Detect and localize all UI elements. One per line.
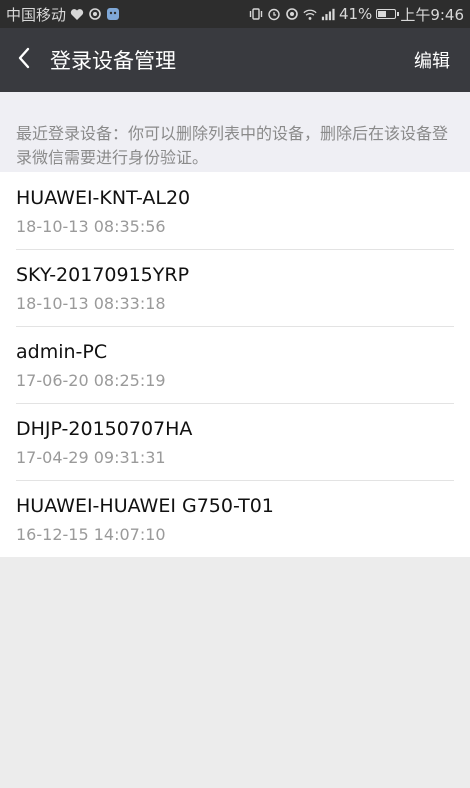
eye-icon [88,7,102,21]
device-item[interactable]: SKY-20170915YRP 18-10-13 08:33:18 [0,249,470,326]
vibrate-icon [249,7,263,21]
clock: 上午9:46 [400,5,464,24]
device-name: admin-PC [16,341,108,363]
device-login-time: 17-04-29 09:31:31 [16,448,166,467]
device-login-time: 18-10-13 08:35:56 [16,217,166,236]
wifi-icon [303,7,317,21]
device-item[interactable]: HUAWEI-HUAWEI G750-T01 16-12-15 14:07:10 [0,480,470,557]
alarm-icon [267,7,281,21]
device-name: DHJP-20150707HA [16,418,193,440]
battery-percent: 41% [338,5,373,23]
empty-area [0,557,470,788]
heart-icon [70,7,84,21]
carrier-label: 中国移动 [6,5,67,24]
device-name: SKY-20170915YRP [16,264,190,286]
device-login-time: 16-12-15 14:07:10 [16,525,166,544]
signal-icon [321,7,335,21]
chevron-left-icon [17,47,31,73]
battery-icon [376,9,400,19]
device-login-time: 18-10-13 08:33:18 [16,294,166,313]
device-list: HUAWEI-KNT-AL20 18-10-13 08:35:56 SKY-20… [0,172,470,557]
device-name: HUAWEI-KNT-AL20 [16,187,191,209]
device-name: HUAWEI-HUAWEI G750-T01 [16,495,274,517]
device-item[interactable]: HUAWEI-KNT-AL20 18-10-13 08:35:56 [0,172,470,249]
status-left: 中国移动 [6,4,120,25]
notice-text: 最近登录设备：你可以删除列表中的设备，删除后在该设备登录微信需要进行身份验证。 [16,124,449,167]
page-title: 登录设备管理 [50,49,176,73]
device-item[interactable]: DHJP-20150707HA 17-04-29 09:31:31 [0,403,470,480]
edit-button[interactable]: 编辑 [414,47,450,73]
action-bar: 登录设备管理 编辑 [0,28,470,92]
app-icon [106,7,120,21]
device-item[interactable]: admin-PC 17-06-20 08:25:19 [0,326,470,403]
notice-section: 最近登录设备：你可以删除列表中的设备，删除后在该设备登录微信需要进行身份验证。 [0,92,470,172]
status-right: 41% 上午9:46 [249,4,464,25]
eye-icon [285,7,299,21]
device-login-time: 17-06-20 08:25:19 [16,371,166,390]
back-button[interactable] [2,28,46,92]
status-bar: 中国移动 41% 上午9:46 [0,0,470,28]
